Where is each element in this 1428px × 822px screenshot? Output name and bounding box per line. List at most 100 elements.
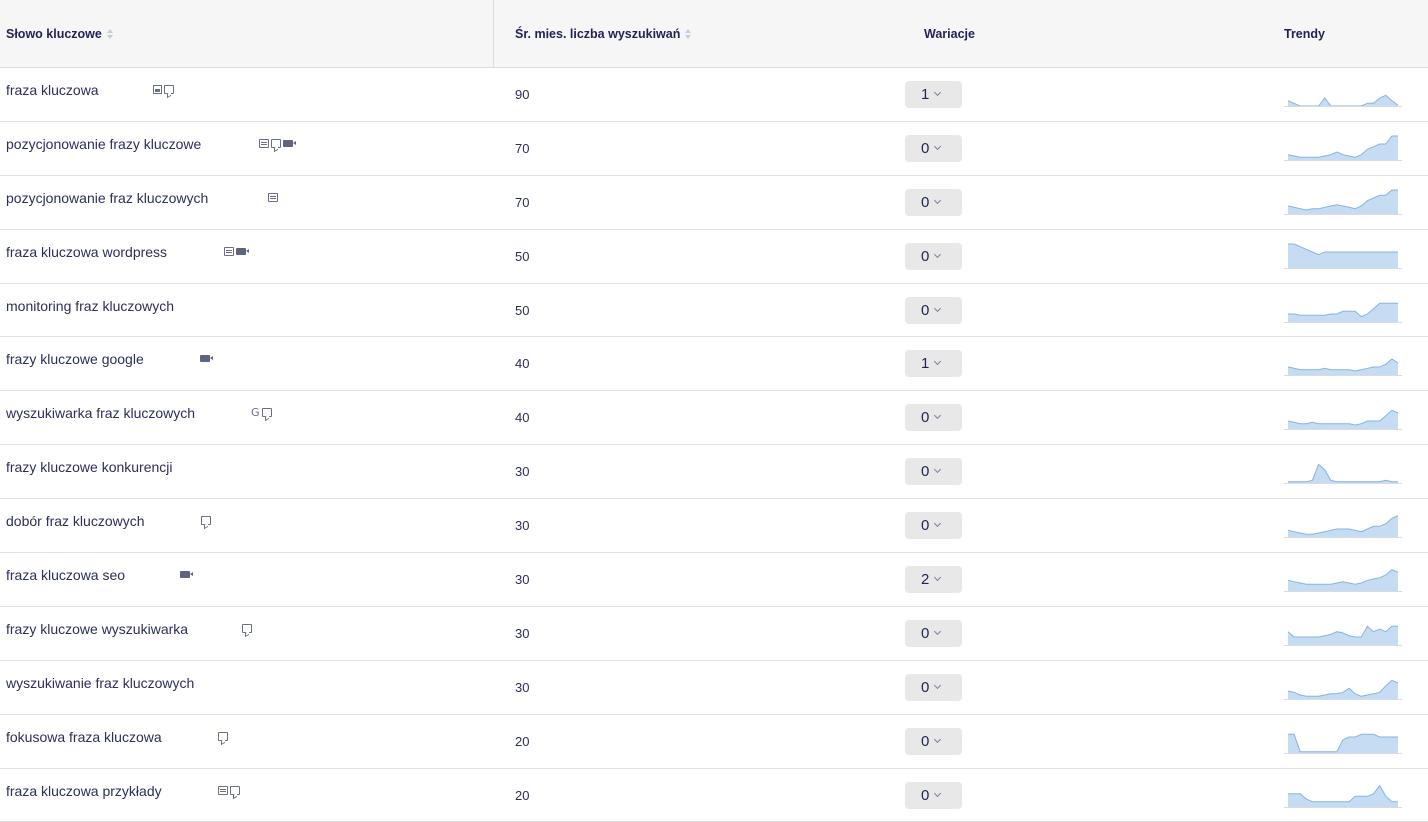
sort-icon[interactable] bbox=[685, 28, 692, 39]
serp-features: G bbox=[251, 407, 272, 418]
sparkline-area bbox=[1288, 135, 1398, 160]
volume-cell: 90 bbox=[515, 87, 530, 102]
serp-features bbox=[153, 85, 174, 94]
comment-icon[interactable] bbox=[242, 623, 252, 633]
chevron-down-icon bbox=[934, 142, 942, 150]
keyword-cell[interactable]: frazy kluczowe konkurencji bbox=[6, 459, 173, 475]
variations-dropdown[interactable]: 0 bbox=[905, 458, 962, 486]
keyword-cell[interactable]: frazy kluczowe google bbox=[6, 351, 144, 367]
keyword-cell[interactable]: pozycjonowanie fraz kluczowych bbox=[6, 190, 208, 206]
volume-cell: 30 bbox=[515, 464, 530, 480]
header-trends: Trendy bbox=[1284, 0, 1325, 67]
keyword-cell[interactable]: pozycjonowanie frazy kluczowe bbox=[6, 136, 201, 152]
comment-icon[interactable] bbox=[230, 785, 240, 795]
variations-dropdown[interactable]: 0 bbox=[905, 512, 962, 540]
video-icon[interactable] bbox=[283, 140, 296, 148]
keyword-cell[interactable]: wyszukiwanie fraz kluczowych bbox=[6, 675, 194, 691]
keyword-cell[interactable]: dobór fraz kluczowych bbox=[6, 513, 145, 529]
header-volume[interactable]: Śr. mies. liczba wyszukiwań bbox=[515, 0, 692, 67]
comment-icon[interactable] bbox=[218, 731, 228, 741]
trend-sparkline bbox=[1284, 294, 1402, 328]
trend-sparkline bbox=[1284, 617, 1402, 651]
chevron-down-icon bbox=[934, 466, 942, 474]
comment-icon[interactable] bbox=[201, 516, 211, 526]
trend-sparkline bbox=[1284, 671, 1402, 705]
keyword-cell[interactable]: fraza kluczowa seo bbox=[6, 567, 125, 583]
keyword-cell[interactable]: fraza kluczowa bbox=[6, 82, 99, 98]
chevron-down-icon bbox=[934, 573, 942, 582]
volume-cell: 50 bbox=[515, 302, 530, 318]
header-variations: Wariacje bbox=[924, 0, 975, 67]
sparkline-svg bbox=[1284, 358, 1402, 377]
sparkline-line bbox=[1288, 463, 1398, 483]
g-icon[interactable]: G bbox=[251, 407, 260, 418]
variations-dropdown[interactable]: 0 bbox=[905, 781, 962, 809]
trend-sparkline bbox=[1284, 455, 1402, 489]
sparkline-svg bbox=[1284, 679, 1402, 700]
volume-cell: 30 bbox=[515, 625, 530, 641]
table-header: Słowo kluczowe Śr. mies. liczba wyszukiw… bbox=[0, 0, 1428, 68]
chevron-down-icon bbox=[934, 304, 942, 312]
volume-cell: 40 bbox=[515, 410, 530, 426]
chevron-down-icon bbox=[934, 412, 942, 420]
snippet-icon[interactable] bbox=[224, 246, 234, 256]
keyword-cell[interactable]: wyszukiwarka fraz kluczowych bbox=[6, 405, 195, 421]
header-trends-label: Trendy bbox=[1284, 26, 1325, 41]
trend-sparkline bbox=[1284, 401, 1402, 435]
variations-dropdown[interactable]: 2 bbox=[905, 566, 962, 594]
serp-features bbox=[268, 192, 278, 202]
column-divider[interactable] bbox=[493, 0, 494, 67]
snippet-icon[interactable] bbox=[218, 785, 228, 795]
comment-icon[interactable] bbox=[261, 408, 272, 418]
snippet-icon[interactable] bbox=[259, 138, 269, 148]
sparkline-area bbox=[1288, 243, 1398, 268]
video-icon[interactable] bbox=[200, 355, 213, 363]
variations-count: 0 bbox=[921, 193, 930, 211]
variations-dropdown[interactable]: 1 bbox=[905, 350, 962, 378]
variations-dropdown[interactable]: 0 bbox=[905, 296, 962, 324]
trend-sparkline bbox=[1284, 779, 1402, 813]
serp-features bbox=[200, 354, 213, 363]
variations-dropdown[interactable]: 0 bbox=[905, 134, 962, 162]
variations-count: 0 bbox=[921, 409, 930, 427]
header-keyword[interactable]: Słowo kluczowe bbox=[6, 0, 113, 67]
volume-cell: 30 bbox=[515, 518, 530, 534]
keyword-cell[interactable]: fraza kluczowa wordpress bbox=[6, 244, 167, 260]
variations-dropdown[interactable]: 0 bbox=[905, 619, 962, 647]
keyword-cell[interactable]: monitoring fraz kluczowych bbox=[6, 298, 174, 314]
keyword-cell[interactable]: fraza kluczowa przykłady bbox=[6, 783, 162, 799]
video-icon[interactable] bbox=[236, 248, 249, 256]
volume-cell: 70 bbox=[515, 194, 530, 210]
chevron-down-icon bbox=[934, 250, 942, 258]
serp-features bbox=[242, 623, 252, 633]
keyword-cell[interactable]: fokusowa fraza kluczowa bbox=[6, 729, 162, 745]
variations-dropdown[interactable]: 0 bbox=[905, 188, 962, 216]
variations-dropdown[interactable]: 1 bbox=[905, 81, 962, 108]
serp-features bbox=[259, 138, 296, 148]
variations-dropdown[interactable]: 0 bbox=[905, 404, 962, 432]
table-row: fraza kluczowa przykłady 20 0 bbox=[0, 769, 1428, 822]
keyword-cell[interactable]: frazy kluczowe wyszukiwarka bbox=[6, 621, 188, 637]
video-icon[interactable] bbox=[180, 571, 193, 579]
variations-count: 1 bbox=[921, 86, 930, 103]
sort-icon[interactable] bbox=[106, 28, 113, 39]
variations-count: 1 bbox=[921, 355, 930, 373]
comment-icon[interactable] bbox=[271, 138, 281, 148]
image-icon[interactable] bbox=[153, 85, 162, 94]
sparkline-svg bbox=[1284, 410, 1402, 431]
table-row: frazy kluczowe google 40 1 bbox=[0, 337, 1428, 392]
variations-dropdown[interactable]: 0 bbox=[905, 727, 962, 755]
variations-dropdown[interactable]: 0 bbox=[905, 242, 962, 270]
sparkline-area bbox=[1288, 189, 1398, 214]
comment-icon[interactable] bbox=[164, 85, 174, 94]
table-row: pozycjonowanie frazy kluczowe 70 0 bbox=[0, 122, 1428, 176]
sparkline-area bbox=[1288, 359, 1398, 376]
sparkline-svg bbox=[1284, 135, 1402, 161]
snippet-icon[interactable] bbox=[268, 192, 278, 202]
variations-dropdown[interactable]: 0 bbox=[905, 673, 962, 701]
volume-cell: 40 bbox=[515, 356, 530, 372]
table-row: monitoring fraz kluczowych 50 0 bbox=[0, 284, 1428, 338]
sparkline-svg bbox=[1284, 515, 1402, 539]
variations-count: 0 bbox=[921, 624, 930, 642]
header-volume-label: Śr. mies. liczba wyszukiwań bbox=[515, 26, 681, 41]
